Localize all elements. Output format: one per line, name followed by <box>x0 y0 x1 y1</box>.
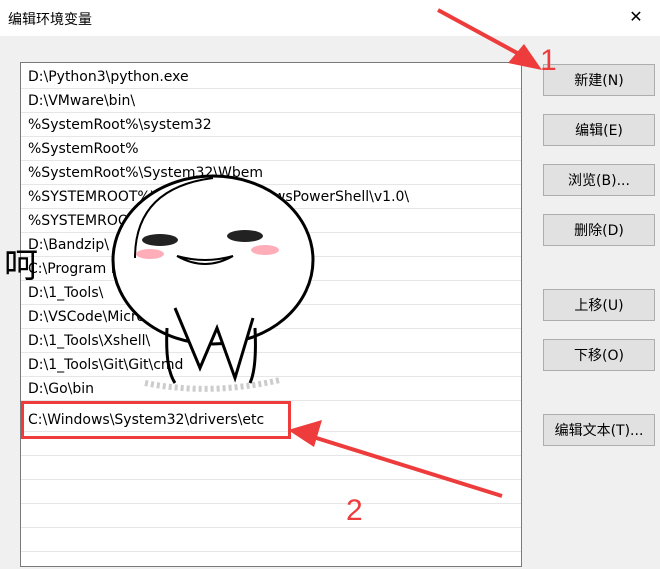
window-title: 编辑环境变量 <box>8 12 92 28</box>
highlight-box <box>21 401 291 439</box>
list-item[interactable]: D:\VMware\bin\ <box>21 89 521 113</box>
browse-button[interactable]: 浏览(B)... <box>543 164 655 196</box>
list-item-empty <box>21 480 521 504</box>
annotation-step2: 2 <box>346 494 363 527</box>
annotation-step1: 1 <box>540 44 557 77</box>
move-up-button[interactable]: 上移(U) <box>543 289 655 321</box>
move-down-button[interactable]: 下移(O) <box>543 339 655 371</box>
sticker-image <box>111 174 315 392</box>
close-icon[interactable]: ✕ <box>612 0 660 32</box>
list-item[interactable]: %SystemRoot% <box>21 137 521 161</box>
sticker-text: 呵 <box>4 247 38 285</box>
edit-button[interactable]: 编辑(E) <box>543 114 655 146</box>
new-button[interactable]: 新建(N) <box>543 64 655 96</box>
list-item[interactable]: %SystemRoot%\system32 <box>21 113 521 137</box>
list-item[interactable]: D:\Python3\python.exe <box>21 65 521 89</box>
delete-button[interactable]: 删除(D) <box>543 214 655 246</box>
list-item-empty <box>21 456 521 480</box>
list-item-empty <box>21 504 521 528</box>
list-item-empty <box>21 528 521 552</box>
edit-text-button[interactable]: 编辑文本(T)... <box>543 414 655 446</box>
title-bar: 编辑环境变量 ✕ <box>0 0 660 36</box>
